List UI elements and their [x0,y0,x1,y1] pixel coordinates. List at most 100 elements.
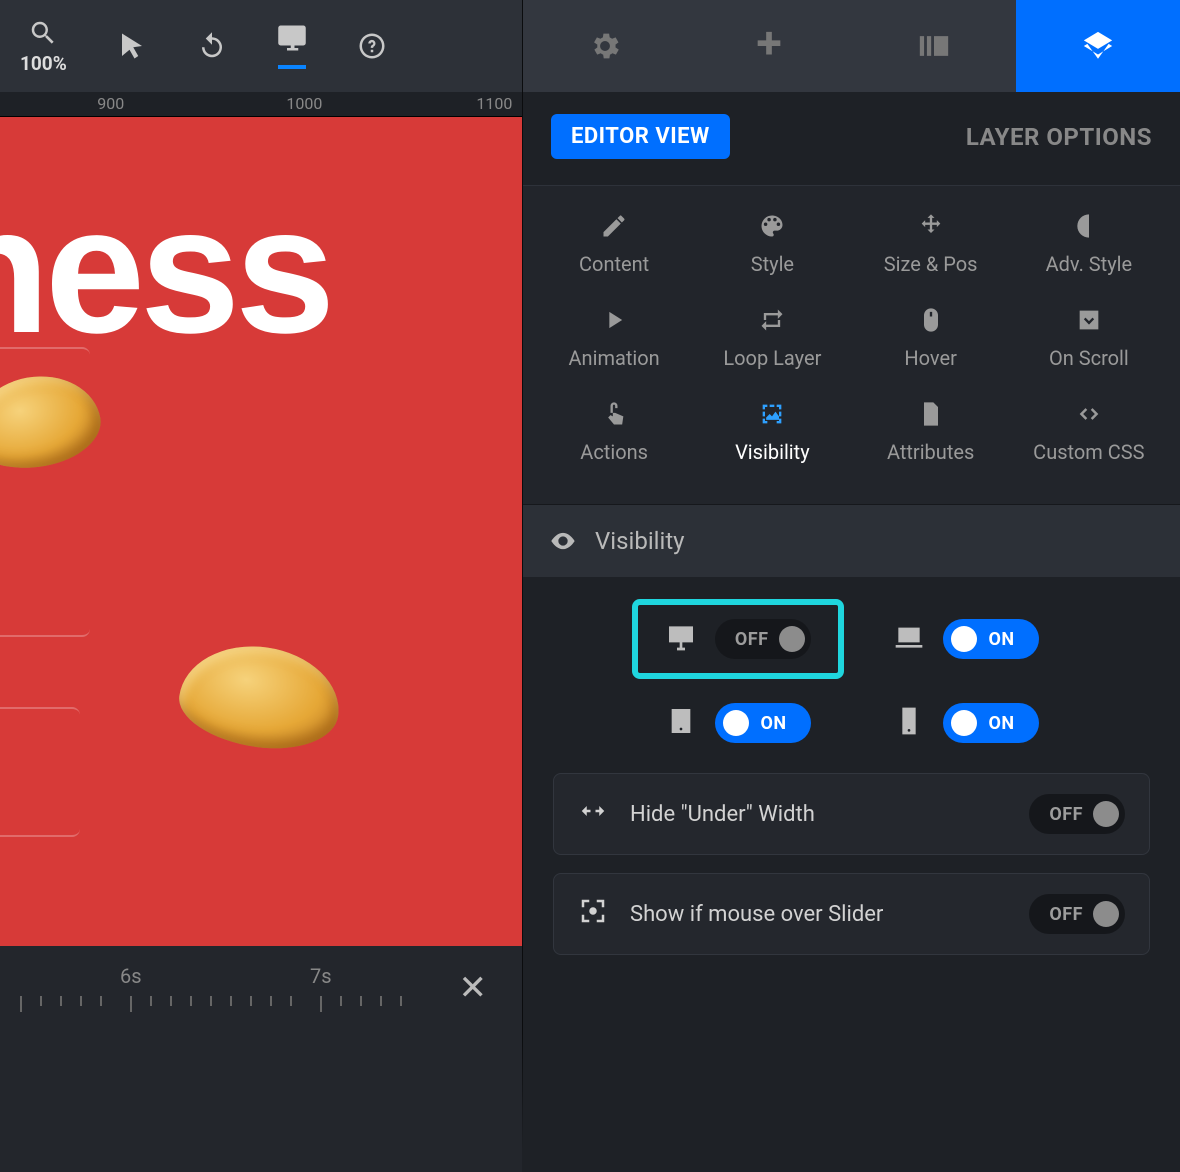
inspector-tabs-top [523,0,1180,92]
focus-icon [578,896,608,932]
undo-tool[interactable] [197,31,227,61]
undo-icon [197,31,227,61]
visibility-phone: ON [866,703,1066,743]
device-indicator [278,65,306,69]
tab-loop[interactable]: Loop Layer [693,306,851,370]
cursor-tool[interactable] [117,31,147,61]
layer-outline [0,707,80,837]
laptop-icon [893,621,925,657]
tab-animation[interactable]: Animation [535,306,693,370]
layers-tab-button[interactable] [1016,0,1180,92]
contrast-icon [1075,212,1103,240]
slides-tab-button[interactable] [852,0,1016,92]
play-icon [600,306,628,334]
desktop-icon [665,621,697,657]
section-title: Visibility [595,527,685,555]
tab-label: Custom CSS [1033,440,1144,464]
tab-onscroll[interactable]: On Scroll [1010,306,1168,370]
visibility-laptop: ON [866,605,1066,673]
tab-label: Adv. Style [1046,252,1133,276]
tab-adv-style[interactable]: Adv. Style [1010,212,1168,276]
layers-icon [1081,29,1115,63]
tab-actions[interactable]: Actions [535,400,693,464]
visibility-tablet-toggle[interactable]: ON [715,703,811,743]
move-icon [917,212,945,240]
visibility-laptop-toggle[interactable]: ON [943,619,1039,659]
eye-icon [549,527,577,555]
timeline-ticks [0,996,522,1016]
tab-custom-css[interactable]: Custom CSS [1010,400,1168,464]
show-on-hover-label: Show if mouse over Slider [630,902,883,927]
dpad-icon [752,29,786,63]
layer-options-title: LAYER OPTIONS [966,123,1152,151]
canvas-panel: 100% 900 1000 1100 ness [0,0,522,1172]
timeline-mark: 6s [120,964,142,988]
tab-label: Animation [569,346,660,370]
touch-icon [600,400,628,428]
hide-under-width-label: Hide "Under" Width [630,802,815,827]
section-visibility-header[interactable]: Visibility [523,505,1180,577]
hide-under-width-row: Hide "Under" Width OFF [553,773,1150,855]
tab-content[interactable]: Content [535,212,693,276]
visibility-body: OFF ON ON [523,577,1180,983]
help-tool[interactable] [357,31,387,61]
help-icon [357,31,387,61]
phone-icon [893,705,925,741]
show-on-hover-row: Show if mouse over Slider OFF [553,873,1150,955]
tab-label: Hover [904,346,956,370]
navigation-tab-button[interactable] [687,0,851,92]
tab-hover[interactable]: Hover [852,306,1010,370]
file-icon [917,400,945,428]
mouse-icon [917,306,945,334]
palette-icon [758,212,786,240]
cursor-icon [117,31,147,61]
ruler-mark: 900 [97,94,124,113]
tab-label: On Scroll [1049,346,1129,370]
desktop-icon [277,23,307,53]
loop-icon [758,306,786,334]
visibility-desktop: OFF [638,605,838,673]
canvas-toolbar: 100% [0,0,522,92]
tab-label: Visibility [735,440,810,464]
settings-tab-button[interactable] [523,0,687,92]
device-tool[interactable] [277,23,307,69]
tab-label: Style [751,252,794,276]
image-dashed-icon [758,400,786,428]
zoom-level: 100% [20,52,67,75]
tab-label: Attributes [887,440,974,464]
tab-size-pos[interactable]: Size & Pos [852,212,1010,276]
zoom-tool[interactable]: 100% [20,18,67,75]
pencil-icon [600,212,628,240]
visibility-phone-toggle[interactable]: ON [943,703,1039,743]
hide-under-width-toggle[interactable]: OFF [1029,794,1125,834]
ruler-mark: 1000 [286,94,322,113]
tab-label: Loop Layer [723,346,821,370]
close-timeline-button[interactable]: ✕ [459,968,488,1008]
tab-label: Size & Pos [884,252,978,276]
slides-icon [917,29,951,63]
show-on-hover-toggle[interactable]: OFF [1029,894,1125,934]
timeline-mark: 7s [310,964,332,988]
timeline[interactable]: 6s 7s ✕ [0,946,522,1172]
tab-visibility[interactable]: Visibility [693,400,851,464]
image-chip[interactable] [0,366,107,477]
editor-view-button[interactable]: EDITOR VIEW [551,114,730,159]
inspector-panel: EDITOR VIEW LAYER OPTIONS Content Style … [522,0,1180,1172]
image-chip[interactable] [174,636,346,757]
width-icon [578,796,608,832]
tab-attributes[interactable]: Attributes [852,400,1010,464]
ruler-mark: 1100 [476,94,512,113]
inspector-header: EDITOR VIEW LAYER OPTIONS [523,92,1180,185]
download-icon [1075,306,1103,334]
magnifier-icon [28,18,58,48]
tablet-icon [665,705,697,741]
slide-headline: ness [0,167,330,374]
visibility-desktop-toggle[interactable]: OFF [715,619,811,659]
tab-label: Actions [580,440,648,464]
horizontal-ruler: 900 1000 1100 [0,92,522,116]
slide-canvas[interactable]: ness [0,116,522,946]
tab-style[interactable]: Style [693,212,851,276]
visibility-tablet: ON [638,703,838,743]
tab-label: Content [579,252,649,276]
layer-tabs-grid: Content Style Size & Pos Adv. Style Anim… [523,185,1180,505]
